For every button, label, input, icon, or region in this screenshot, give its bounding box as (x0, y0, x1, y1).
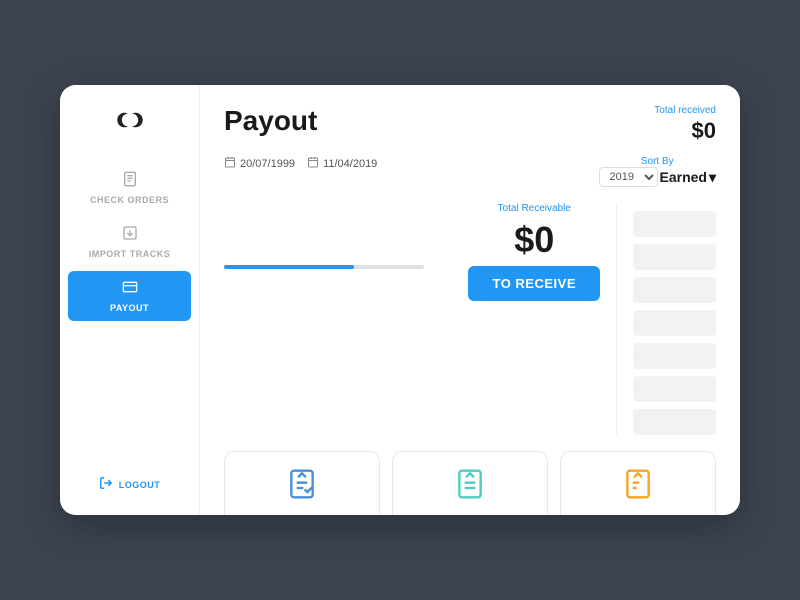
sort-by-label: Sort By (641, 156, 674, 167)
shipped-icon (454, 468, 486, 507)
sidebar-item-import-tracks-label: IMPORT TRACKS (89, 249, 171, 259)
pending-icon (622, 468, 654, 507)
list-item (633, 277, 716, 303)
logout-button[interactable]: LOGOUT (87, 470, 173, 499)
orders-value: 0 (294, 513, 310, 515)
progress-bar-fill (224, 265, 354, 269)
list-item (633, 211, 716, 237)
stat-card-orders: 0 Total Orders (224, 451, 380, 515)
list-item (633, 343, 716, 369)
calendar-to-icon (307, 156, 319, 171)
stat-card-shipped: 0 Total Shipped (392, 451, 548, 515)
sort-earned-select[interactable]: Earned ▾ (660, 169, 717, 186)
sidebar-item-import-tracks[interactable]: IMPORT TRACKS (60, 217, 199, 267)
logout-label: LOGOUT (119, 480, 161, 490)
date-to-field[interactable]: 11/04/2019 (307, 156, 377, 171)
main-content: Payout Total received $0 20/07/1999 (200, 85, 740, 515)
sidebar: CHECK ORDERS IMPORT TRACKS PAYOUT (60, 85, 200, 515)
list-item (633, 409, 716, 435)
sidebar-item-check-orders-label: CHECK ORDERS (90, 195, 169, 205)
shipped-value: 0 (462, 513, 478, 515)
sidebar-nav: CHECK ORDERS IMPORT TRACKS PAYOUT (60, 163, 199, 470)
sort-earned-label: Earned (660, 169, 707, 185)
progress-bar-container (224, 265, 424, 269)
orders-icon (286, 468, 318, 507)
page-title: Payout (224, 105, 317, 137)
page-header: Payout Total received $0 (224, 105, 716, 144)
sidebar-item-payout-label: PAYOUT (110, 303, 149, 313)
receivable-section: Total Receivable $0 TO RECEIVE (468, 203, 600, 301)
list-item (633, 244, 716, 270)
mid-content: Total Receivable $0 TO RECEIVE (224, 203, 600, 435)
app-logo (110, 105, 150, 135)
sidebar-item-payout[interactable]: PAYOUT (68, 271, 191, 321)
date-to-value: 11/04/2019 (323, 158, 377, 170)
sort-controls: Sort By 2019 2018 2017 Earned ▾ (599, 156, 717, 187)
date-from-value: 20/07/1999 (240, 158, 295, 170)
date-range: 20/07/1999 11/04/2019 (224, 156, 377, 171)
list-item (633, 310, 716, 336)
sidebar-item-check-orders[interactable]: CHECK ORDERS (60, 163, 199, 213)
pending-value: 0 (630, 513, 646, 515)
sort-year-select[interactable]: 2019 2018 2017 (599, 167, 658, 187)
total-received-label: Total received (654, 105, 716, 116)
right-panel (616, 203, 716, 435)
total-received-value: $0 (692, 118, 716, 144)
stat-card-pending: 0 Total Pending (560, 451, 716, 515)
date-from-field[interactable]: 20/07/1999 (224, 156, 295, 171)
to-receive-button[interactable]: TO RECEIVE (468, 266, 600, 301)
sidebar-bottom: LOGOUT (87, 470, 173, 499)
receivable-amount: $0 (514, 222, 554, 258)
calendar-from-icon (224, 156, 236, 171)
payout-icon (122, 279, 138, 300)
earned-chevron-icon: ▾ (709, 169, 716, 186)
logout-icon (99, 476, 113, 493)
stats-row: 0 Total Orders 0 Total Shipped (224, 451, 716, 515)
total-receivable-label: Total Receivable (498, 203, 571, 214)
check-orders-icon (122, 171, 138, 192)
list-item (633, 376, 716, 402)
import-tracks-icon (122, 225, 138, 246)
